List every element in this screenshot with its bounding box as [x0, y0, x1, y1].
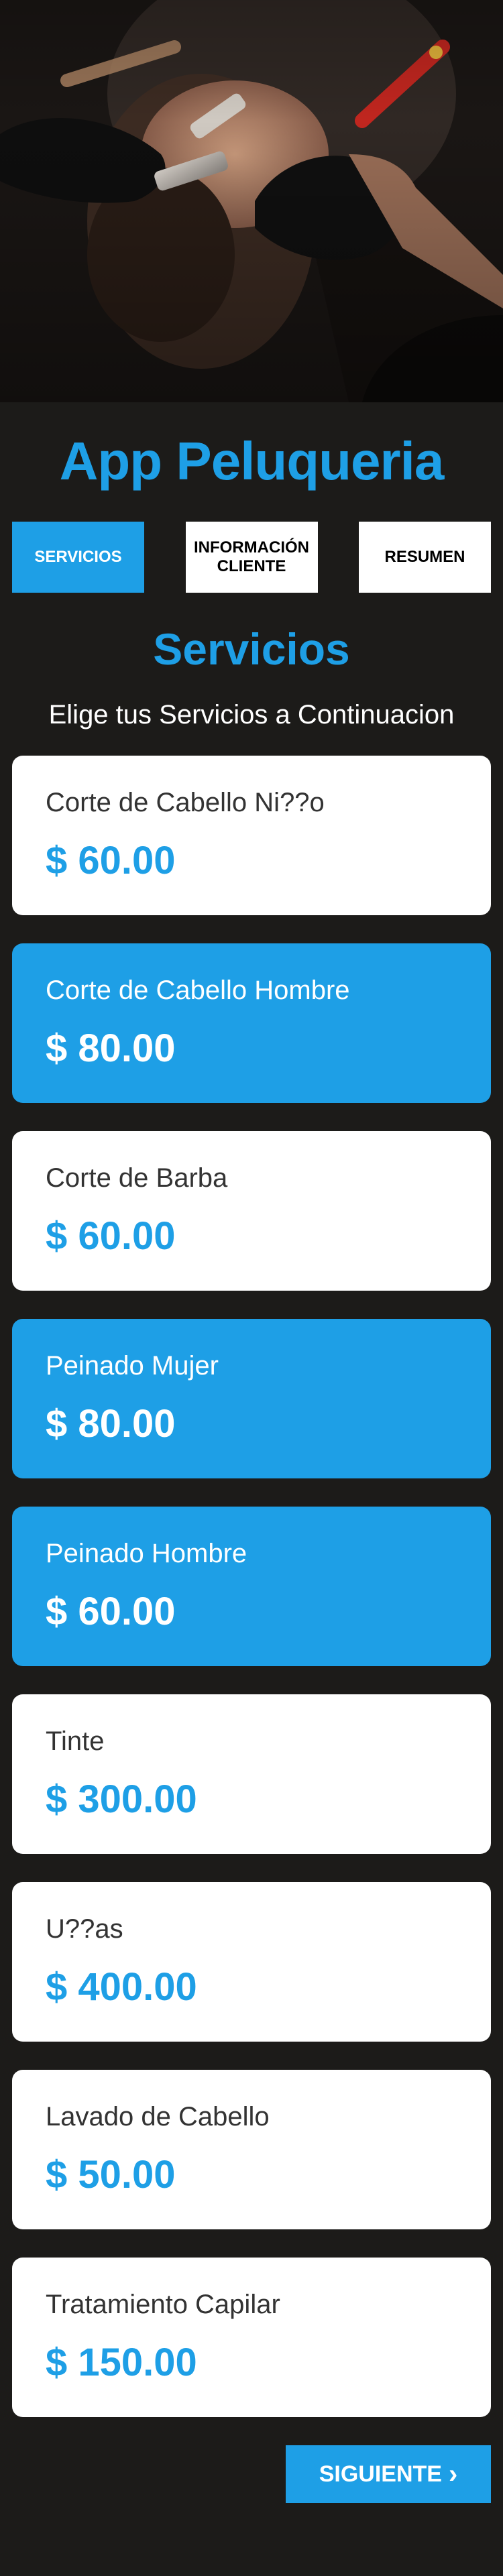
- section-title: Servicios: [153, 624, 350, 674]
- service-price: $ 300.00: [46, 1777, 197, 1821]
- service-card[interactable]: Tratamiento Capilar $ 150.00: [12, 2258, 491, 2417]
- tab-servicios[interactable]: SERVICIOS: [12, 522, 144, 593]
- service-price: $ 400.00: [46, 1965, 197, 2009]
- service-name: U??as: [46, 1914, 123, 1944]
- hero-image: [0, 0, 503, 402]
- service-name: Peinado Hombre: [46, 1539, 247, 1568]
- service-card[interactable]: Peinado Hombre $ 60.00: [12, 1507, 491, 1666]
- services-list: Corte de Cabello Ni??o $ 60.00 Corte de …: [12, 756, 491, 2417]
- next-button-label: SIGUIENTE: [319, 2461, 442, 2487]
- service-card[interactable]: U??as $ 400.00: [12, 1882, 491, 2042]
- service-card[interactable]: Corte de Cabello Hombre $ 80.00: [12, 943, 491, 1103]
- service-name: Tinte: [46, 1726, 105, 1756]
- service-name: Corte de Barba: [46, 1163, 228, 1193]
- service-name: Corte de Cabello Ni??o: [46, 788, 325, 817]
- main-content: App Peluqueria SERVICIOS INFORMACIÓN CLI…: [0, 430, 503, 2503]
- service-name: Tratamiento Capilar: [46, 2290, 280, 2319]
- tab-informacion-cliente[interactable]: INFORMACIÓN CLIENTE: [185, 522, 318, 593]
- service-name: Corte de Cabello Hombre: [46, 976, 350, 1005]
- service-card[interactable]: Lavado de Cabello $ 50.00: [12, 2070, 491, 2229]
- service-card[interactable]: Peinado Mujer $ 80.00: [12, 1319, 491, 1478]
- service-price: $ 60.00: [46, 1214, 176, 1258]
- service-price: $ 50.00: [46, 2153, 176, 2197]
- service-name: Lavado de Cabello: [46, 2102, 270, 2131]
- step-tabs: SERVICIOS INFORMACIÓN CLIENTE RESUMEN: [12, 522, 491, 593]
- next-button[interactable]: SIGUIENTE ›: [286, 2445, 491, 2503]
- app-title: App Peluqueria: [59, 431, 445, 491]
- service-price: $ 60.00: [46, 839, 176, 882]
- service-price: $ 80.00: [46, 1027, 176, 1070]
- chevron-right-icon: ›: [448, 2459, 458, 2489]
- service-name: Peinado Mujer: [46, 1351, 219, 1381]
- service-price: $ 80.00: [46, 1402, 176, 1446]
- tab-resumen[interactable]: RESUMEN: [359, 522, 491, 593]
- pagination-actions: SIGUIENTE ›: [12, 2445, 491, 2503]
- service-card[interactable]: Corte de Barba $ 60.00: [12, 1131, 491, 1291]
- section-subtitle: Elige tus Servicios a Continuacion: [48, 700, 455, 729]
- service-price: $ 60.00: [46, 1590, 176, 1633]
- service-card[interactable]: Tinte $ 300.00: [12, 1694, 491, 1854]
- service-price: $ 150.00: [46, 2341, 197, 2384]
- service-card[interactable]: Corte de Cabello Ni??o $ 60.00: [12, 756, 491, 915]
